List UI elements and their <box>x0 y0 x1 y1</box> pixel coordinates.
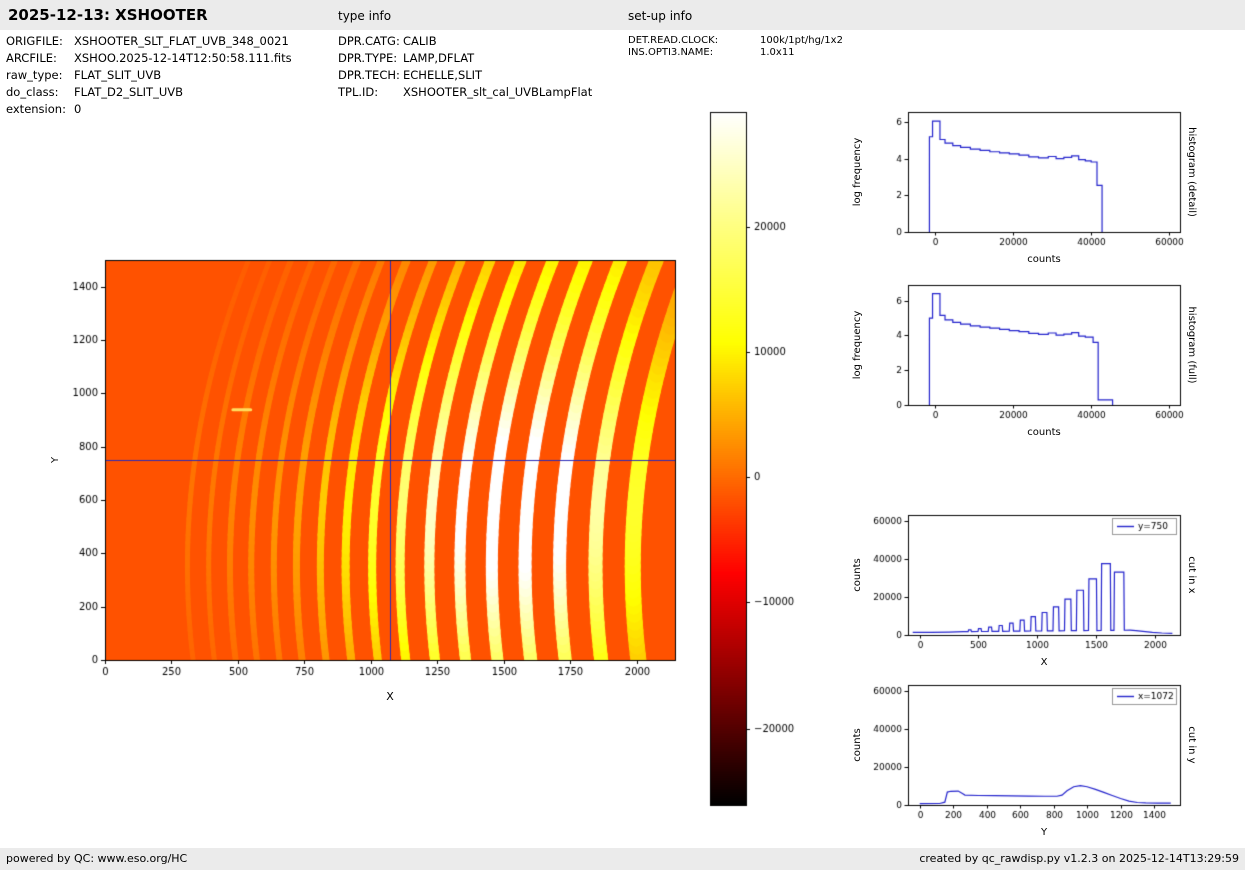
cut-in-y-plot <box>855 677 1190 835</box>
histogram-full-plot <box>855 277 1190 435</box>
meta-row-extension: extension:0 <box>6 102 292 119</box>
cut-in-x-right-label: cut in x <box>1186 556 1197 593</box>
meta-label: ARCFILE: <box>6 51 74 65</box>
type-info-section-label: type info <box>338 9 391 23</box>
file-info-block: ORIGFILE:XSHOOTER_SLT_FLAT_UVB_348_0021 … <box>6 34 292 119</box>
setup-info-section-label: set-up info <box>628 9 692 23</box>
footer-bar: powered by QC: www.eso.org/HC created by… <box>0 848 1245 870</box>
histogram-detail-ylabel: log frequency <box>852 138 863 207</box>
meta-row-dprtype: DPR.TYPE:LAMP,DFLAT <box>338 51 592 68</box>
cut-in-y-xlabel: Y <box>1004 827 1084 838</box>
meta-label: TPL.ID: <box>338 85 403 99</box>
meta-label: DPR.TECH: <box>338 68 403 82</box>
meta-value: CALIB <box>403 34 437 48</box>
colorbar <box>700 104 810 814</box>
meta-value: ECHELLE,SLIT <box>403 68 482 82</box>
meta-value: FLAT_D2_SLIT_UVB <box>74 85 183 99</box>
meta-row-tplid: TPL.ID:XSHOOTER_slt_cal_UVBLampFlat <box>338 85 592 102</box>
meta-row-arcfile: ARCFILE:XSHOO.2025-12-14T12:50:58.111.fi… <box>6 51 292 68</box>
cut-in-x-plot <box>855 507 1190 665</box>
setup-info-block: DET.READ.CLOCK:100k/1pt/hg/1x2 INS.OPTI3… <box>628 35 843 59</box>
page-title: 2025-12-13: XSHOOTER <box>8 6 208 24</box>
cut-in-x-ylabel: counts <box>852 558 863 591</box>
raw-frame-xlabel: X <box>360 690 420 703</box>
meta-value: 0 <box>74 102 81 116</box>
raw-frame-plot <box>40 250 690 720</box>
meta-row-readclock: DET.READ.CLOCK:100k/1pt/hg/1x2 <box>628 35 843 47</box>
histogram-full-xlabel: counts <box>1004 427 1084 438</box>
meta-value: LAMP,DFLAT <box>403 51 474 65</box>
cut-in-x-xlabel: X <box>1004 657 1084 668</box>
meta-value: XSHOO.2025-12-14T12:50:58.111.fits <box>74 51 292 65</box>
meta-label: ORIGFILE: <box>6 34 74 48</box>
histogram-detail-right-label: histogram (detail) <box>1186 127 1197 217</box>
cut-in-y-ylabel: counts <box>852 728 863 761</box>
meta-label: DPR.TYPE: <box>338 51 403 65</box>
meta-label: extension: <box>6 102 74 116</box>
meta-value: FLAT_SLIT_UVB <box>74 68 161 82</box>
meta-value: 1.0x11 <box>760 47 795 58</box>
meta-row-doclass: do_class:FLAT_D2_SLIT_UVB <box>6 85 292 102</box>
meta-label: DET.READ.CLOCK: <box>628 35 760 46</box>
meta-label: do_class: <box>6 85 74 99</box>
meta-row-rawtype: raw_type:FLAT_SLIT_UVB <box>6 68 292 85</box>
qc-report-page: 2025-12-13: XSHOOTER type info set-up in… <box>0 0 1245 870</box>
histogram-full-right-label: histogram (full) <box>1186 306 1197 383</box>
meta-label: raw_type: <box>6 68 74 82</box>
type-info-block: DPR.CATG:CALIB DPR.TYPE:LAMP,DFLAT DPR.T… <box>338 34 592 102</box>
meta-value: 100k/1pt/hg/1x2 <box>760 35 843 46</box>
meta-row-opti3name: INS.OPTI3.NAME:1.0x11 <box>628 47 843 59</box>
meta-row-dprtech: DPR.TECH:ECHELLE,SLIT <box>338 68 592 85</box>
footer-left-text: powered by QC: www.eso.org/HC <box>6 852 187 865</box>
histogram-full-ylabel: log frequency <box>852 311 863 380</box>
meta-label: INS.OPTI3.NAME: <box>628 47 760 58</box>
meta-value: XSHOOTER_slt_cal_UVBLampFlat <box>403 85 592 99</box>
meta-label: DPR.CATG: <box>338 34 403 48</box>
footer-right-text: created by qc_rawdisp.py v1.2.3 on 2025-… <box>919 852 1239 865</box>
meta-row-dprcatg: DPR.CATG:CALIB <box>338 34 592 51</box>
cut-in-y-right-label: cut in y <box>1186 726 1197 763</box>
meta-value: XSHOOTER_SLT_FLAT_UVB_348_0021 <box>74 34 289 48</box>
histogram-detail-xlabel: counts <box>1004 254 1084 265</box>
histogram-detail-plot <box>855 104 1190 262</box>
raw-frame-ylabel: Y <box>50 457 61 463</box>
meta-row-origfile: ORIGFILE:XSHOOTER_SLT_FLAT_UVB_348_0021 <box>6 34 292 51</box>
